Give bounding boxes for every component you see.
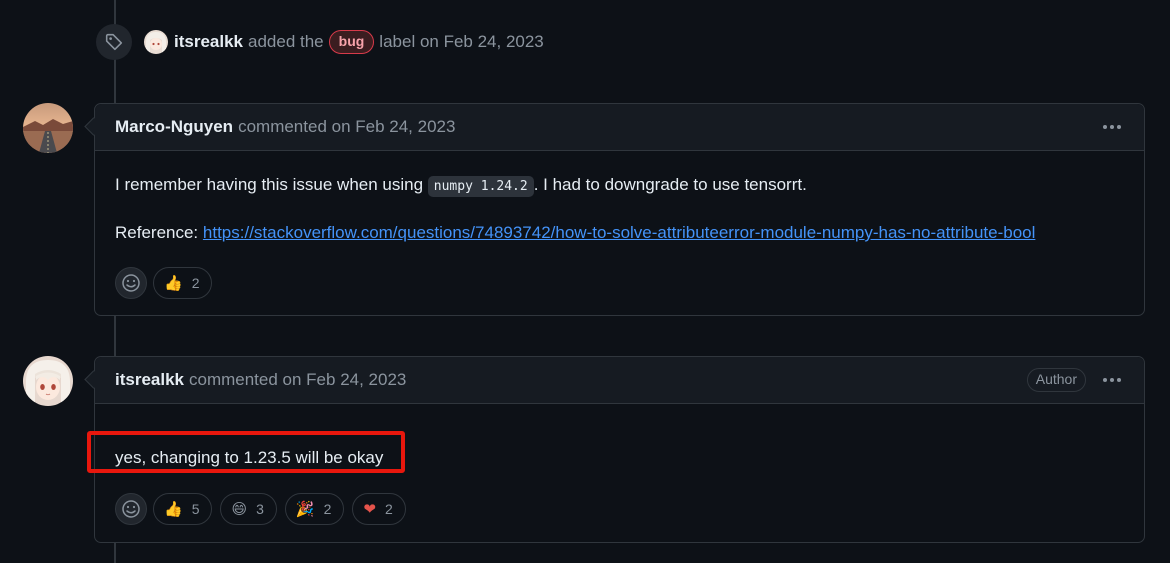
reaction-count: 2 xyxy=(323,501,332,517)
reference-label: Reference: xyxy=(115,223,199,242)
author-badge: Author xyxy=(1026,368,1086,392)
comment-header: Marco-Nguyen commented on Feb 24, 2023 xyxy=(95,104,1144,151)
comment-author-link[interactable]: Marco-Nguyen xyxy=(115,117,233,137)
kebab-menu-icon[interactable] xyxy=(1100,117,1124,137)
comment-itsrealkk: itsrealkk commented on Feb 24, 2023 Auth… xyxy=(94,356,1145,543)
reference-link[interactable]: https://stackoverflow.com/questions/7489… xyxy=(203,223,1035,242)
party-popper-icon: 🎉 xyxy=(295,500,315,518)
label-event: itsrealkk added the bug label on Feb 24,… xyxy=(96,24,544,60)
comment-timestamp[interactable]: commented on Feb 24, 2023 xyxy=(238,117,455,137)
smiley-icon xyxy=(122,500,140,518)
comment-paragraph: yes, changing to 1.23.5 will be okay xyxy=(115,448,384,467)
comment-paragraph: Reference: https://stackoverflow.com/que… xyxy=(115,221,1124,245)
tag-icon xyxy=(96,24,132,60)
bug-label[interactable]: bug xyxy=(328,30,375,54)
reaction-count: 2 xyxy=(191,275,200,291)
thumbs-up-icon: 👍 xyxy=(164,274,183,292)
event-suffix-text: label on Feb 24, 2023 xyxy=(379,32,544,51)
avatar[interactable] xyxy=(23,356,73,406)
comment-body: I remember having this issue when using … xyxy=(95,173,1144,299)
reaction-heart[interactable]: ❤ 2 xyxy=(352,493,406,525)
reaction-thumbs-up[interactable]: 👍 5 xyxy=(153,493,213,525)
reaction-count: 5 xyxy=(191,501,200,517)
comment-timestamp[interactable]: commented on Feb 24, 2023 xyxy=(189,370,406,390)
avatar[interactable] xyxy=(23,103,73,153)
smiley-icon xyxy=(122,274,140,292)
comment-author-link[interactable]: itsrealkk xyxy=(115,370,184,390)
add-reaction-button[interactable] xyxy=(115,267,147,299)
thumbs-up-icon: 👍 xyxy=(164,500,183,518)
comment-body: yes, changing to 1.23.5 will be okay 👍 5… xyxy=(95,446,1144,525)
avatar[interactable] xyxy=(144,30,168,54)
reactions-bar: 👍 2 xyxy=(115,267,1124,299)
reaction-count: 2 xyxy=(384,501,393,517)
issue-timeline: itsrealkk added the bug label on Feb 24,… xyxy=(0,0,1170,563)
event-action-text: added the xyxy=(248,32,324,51)
reaction-laugh[interactable]: 😄 3 xyxy=(220,493,277,525)
comment-marco: Marco-Nguyen commented on Feb 24, 2023 I… xyxy=(94,103,1145,316)
laugh-icon: 😄 xyxy=(231,500,248,518)
event-actor-link[interactable]: itsrealkk xyxy=(174,32,243,52)
text-segment: . I had to downgrade to use tensorrt. xyxy=(533,175,807,194)
reaction-thumbs-up[interactable]: 👍 2 xyxy=(153,267,213,299)
reaction-count: 3 xyxy=(256,501,264,517)
comment-header: itsrealkk commented on Feb 24, 2023 Auth… xyxy=(95,357,1144,404)
inline-code: numpy 1.24.2 xyxy=(427,176,534,197)
comment-paragraph: I remember having this issue when using … xyxy=(115,173,1124,199)
kebab-menu-icon[interactable] xyxy=(1100,370,1124,390)
add-reaction-button[interactable] xyxy=(115,493,147,525)
reactions-bar: 👍 5 😄 3 🎉 2 ❤ 2 xyxy=(115,493,1124,525)
reaction-hooray[interactable]: 🎉 2 xyxy=(284,493,345,525)
heart-icon: ❤ xyxy=(363,500,376,518)
text-segment: I remember having this issue when using xyxy=(115,175,424,194)
